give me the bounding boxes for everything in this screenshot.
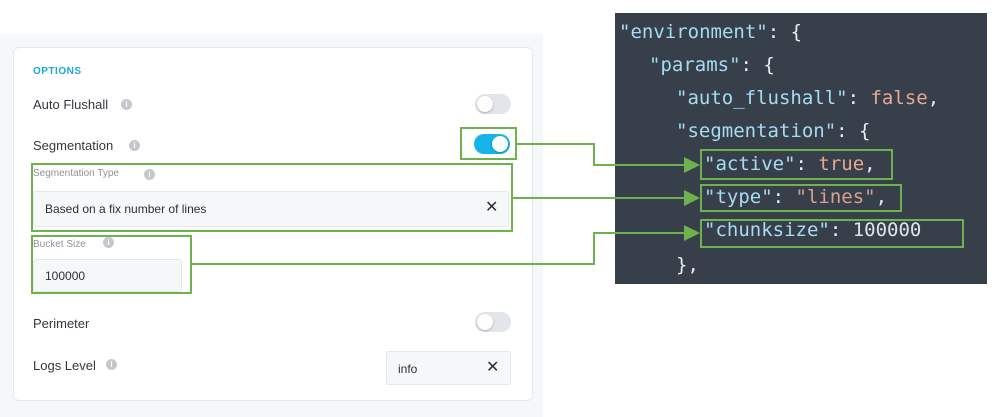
segmentation-connector — [517, 143, 700, 173]
bucket-connector — [192, 225, 700, 265]
connector-arrows — [192, 143, 700, 265]
